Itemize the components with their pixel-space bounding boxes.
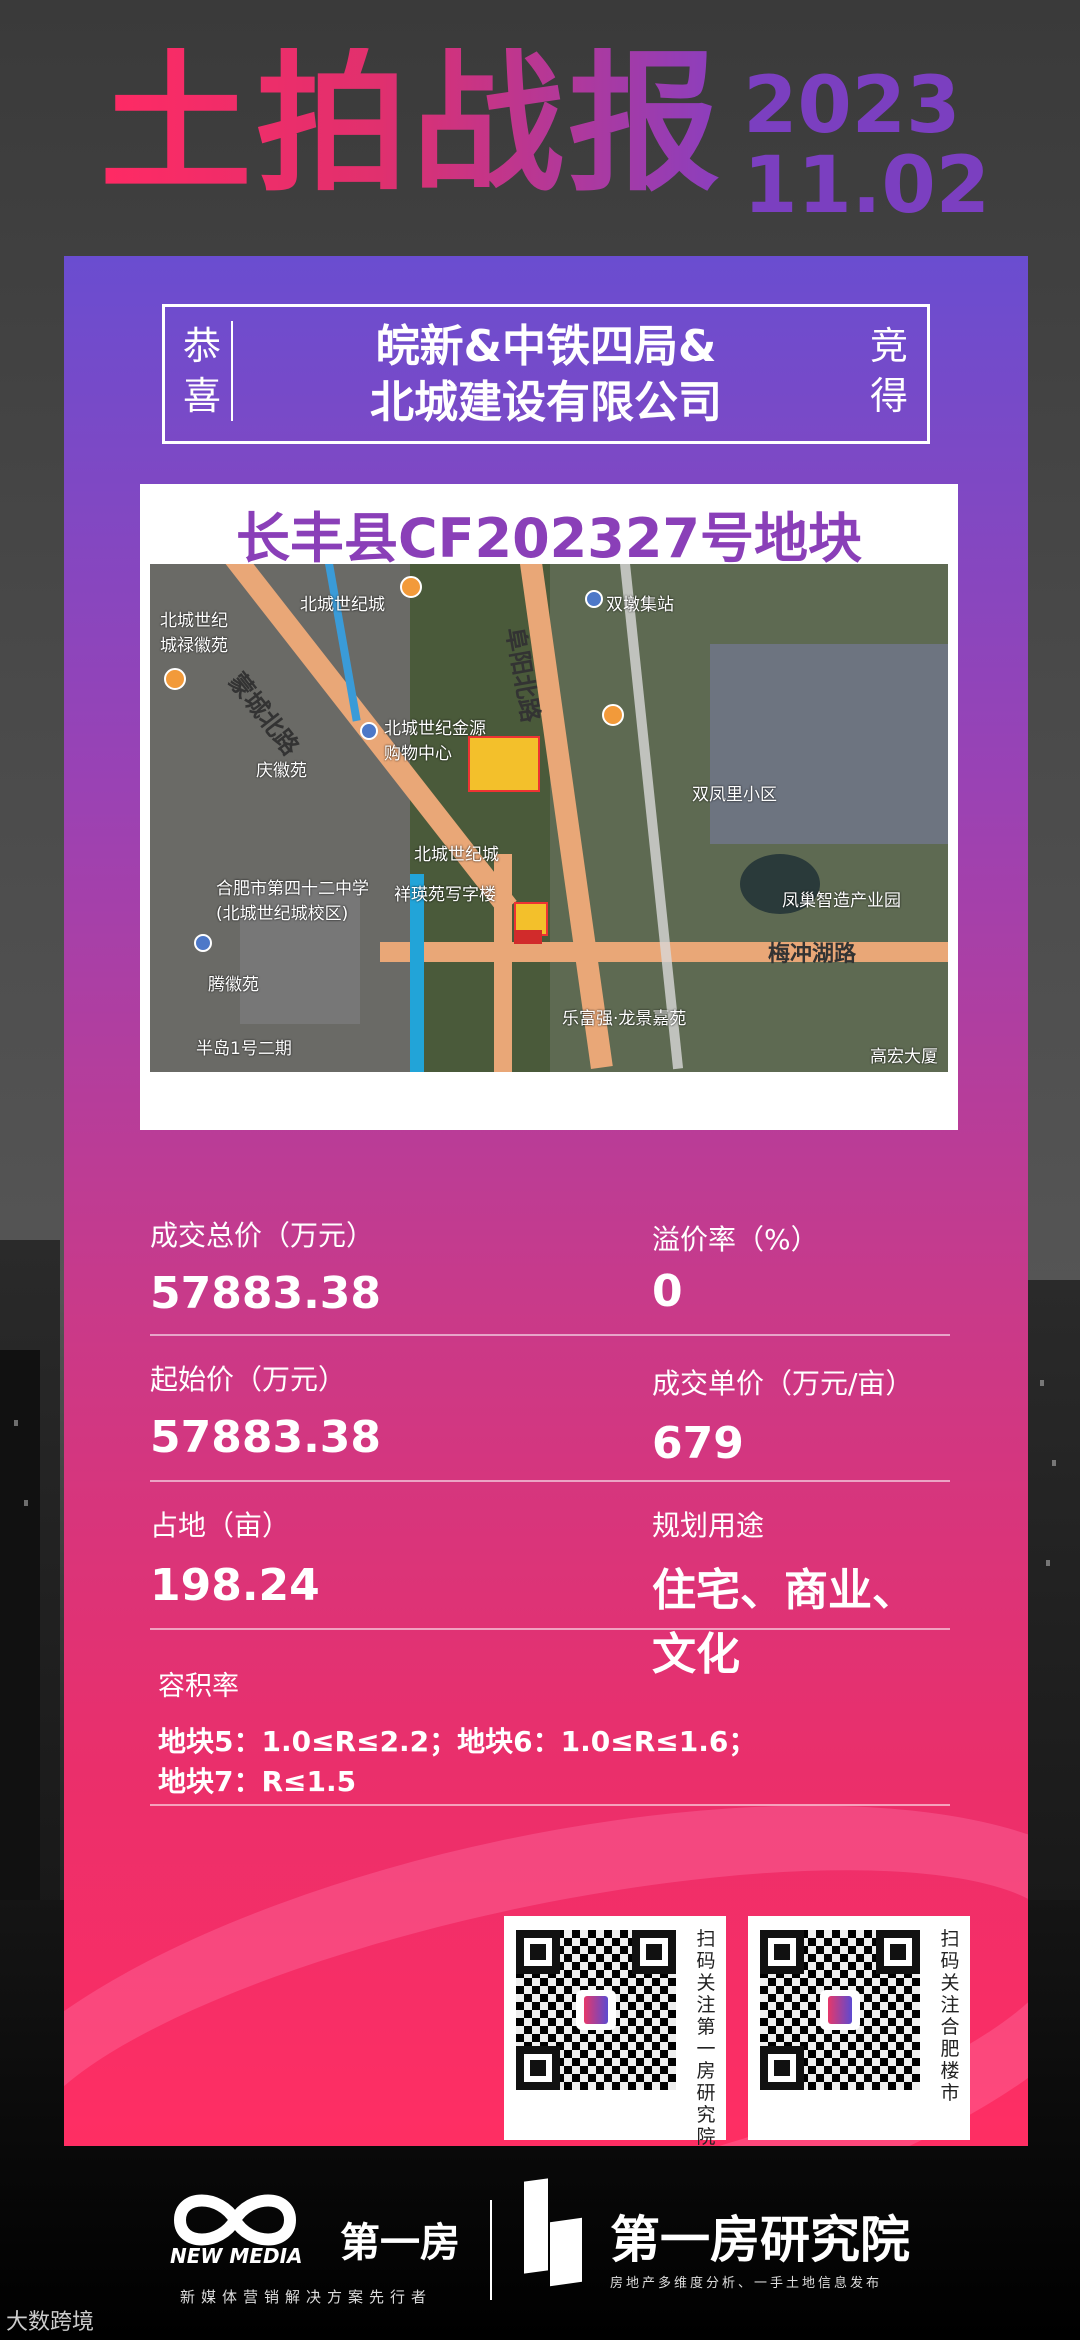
- map-label: 腾徽苑: [208, 975, 259, 995]
- far-line-1: 地块5：1.0≤R≤2.2；地块6：1.0≤R≤1.6；: [158, 1725, 757, 1758]
- research-logo: 第一房研究院 房地产多维度分析、一手土地信息发布: [518, 2174, 938, 2324]
- start-price-label: 起始价（万元）: [150, 1363, 347, 1396]
- total-price-value: 57883.38: [150, 1268, 382, 1319]
- brand-left-name: 第一房: [340, 2220, 460, 2266]
- brand-logo-icon: [576, 1990, 616, 2030]
- road-label-meichong: 梅冲湖路: [768, 942, 857, 967]
- main-card: 恭喜 皖新&中铁四局& 北城建设有限公司 竞得 长丰县CF202327号地块 阜…: [64, 256, 1028, 2146]
- watermark: 大数跨境: [6, 2310, 95, 2335]
- map-label: 北城世纪金源 购物中心: [384, 719, 486, 764]
- parcel-map: 阜阳北路 蒙城北路 梅冲湖路 北城世纪 城禄徽苑 北城世纪城 双墩集站 北城世纪…: [150, 564, 948, 1072]
- map-poi-icon: [585, 590, 603, 608]
- area-label: 占地（亩）: [150, 1509, 291, 1542]
- map-label: 高宏大厦: [870, 1047, 938, 1067]
- map-label: 双墩集站: [606, 595, 674, 615]
- map-pin-icon: [400, 576, 422, 598]
- parcel-panel: 长丰县CF202327号地块 阜阳北路 蒙城北路 梅冲湖路 北城世纪 城禄徽苑 …: [140, 484, 958, 1130]
- new-media-text: NEW MEDIA: [170, 2244, 303, 2268]
- map-label: 祥瑛苑写字楼: [394, 885, 496, 905]
- map-label: 双凤里小区: [692, 785, 777, 805]
- brand-logo-icon: [820, 1990, 860, 2030]
- premium-label: 溢价率（%）: [652, 1223, 819, 1256]
- date-month-day: 11.02: [743, 141, 990, 231]
- brand-right-name: 第一房研究院: [610, 2211, 910, 2269]
- page-title: 土拍战报: [100, 35, 724, 212]
- footer-divider: [490, 2200, 492, 2300]
- map-label: 北城世纪城: [300, 595, 385, 615]
- map-label: 半岛1号二期: [196, 1039, 292, 1059]
- winner-names: 皖新&中铁四局& 北城建设有限公司: [245, 319, 847, 431]
- date-block: 2023 11.02: [743, 66, 990, 226]
- far-label: 容积率: [158, 1671, 239, 1702]
- map-poi-icon: [360, 722, 378, 740]
- research-mark-icon: [518, 2180, 588, 2292]
- premium-value: 0: [652, 1266, 683, 1317]
- total-price-label: 成交总价（万元）: [150, 1219, 375, 1252]
- divider: [150, 1628, 950, 1630]
- unit-price-label: 成交单价（万元/亩）: [652, 1367, 914, 1400]
- divider: [150, 1480, 950, 1482]
- unit-price-value: 679: [652, 1418, 744, 1469]
- date-year: 2023: [743, 61, 961, 151]
- new-media-logo: NEW MEDIA 第一房 新媒体营销解决方案先行者: [160, 2174, 480, 2314]
- far-line-2: 地块7：R≤1.5: [158, 1765, 357, 1798]
- map-label: 北城世纪 城禄徽苑: [160, 611, 228, 656]
- congrats-left-text: 恭喜: [173, 321, 233, 421]
- area-value: 198.24: [150, 1560, 320, 1611]
- congrats-right-chars: 竞得: [870, 324, 909, 418]
- map-pin-icon: [602, 704, 624, 726]
- qr-caption-right: 扫码关注合肥楼市: [940, 1928, 960, 2104]
- brand-left-tagline: 新媒体营销解决方案先行者: [180, 2288, 433, 2306]
- far-values: 地块5：1.0≤R≤2.2；地块6：1.0≤R≤1.6； 地块7：R≤1.5: [158, 1722, 756, 1802]
- congrats-box: 恭喜 皖新&中铁四局& 北城建设有限公司 竞得: [162, 304, 930, 444]
- map-label: 庆徽苑: [256, 761, 307, 781]
- footer: NEW MEDIA 第一房 新媒体营销解决方案先行者 第一房研究院 房地产多维度…: [0, 2160, 1080, 2340]
- map-label: 北城世纪城: [414, 845, 499, 865]
- map-poi-icon: [194, 934, 212, 952]
- qr-code-left[interactable]: [516, 1930, 676, 2090]
- start-price-value: 57883.38: [150, 1412, 382, 1463]
- qr-caption-left: 扫码关注第一房研究院: [696, 1928, 716, 2146]
- congrats-left-chars: 恭喜: [183, 324, 222, 418]
- winner-line-2: 北城建设有限公司: [370, 377, 722, 428]
- parcel-title: 长丰县CF202327号地块: [236, 507, 862, 570]
- map-label: 合肥市第四十二中学 (北城世纪城校区): [216, 879, 369, 924]
- divider: [150, 1334, 950, 1336]
- map-pin-icon: [164, 668, 186, 690]
- qr-code-right[interactable]: [760, 1930, 920, 2090]
- congrats-right-text: 竞得: [859, 321, 919, 421]
- winner-line-1: 皖新&中铁四局&: [375, 321, 717, 372]
- brand-right-tagline: 房地产多维度分析、一手土地信息发布: [610, 2276, 883, 2291]
- qr-card-right: 扫码关注合肥楼市: [748, 1916, 970, 2140]
- map-label: 凤巢智造产业园: [782, 891, 901, 911]
- use-value: 住宅、商业、文化: [652, 1565, 916, 1680]
- use-label: 规划用途: [652, 1509, 765, 1542]
- map-label: 乐富强·龙景嘉苑: [562, 1009, 687, 1029]
- qr-card-left: 扫码关注第一房研究院: [504, 1916, 726, 2146]
- divider: [150, 1804, 950, 1806]
